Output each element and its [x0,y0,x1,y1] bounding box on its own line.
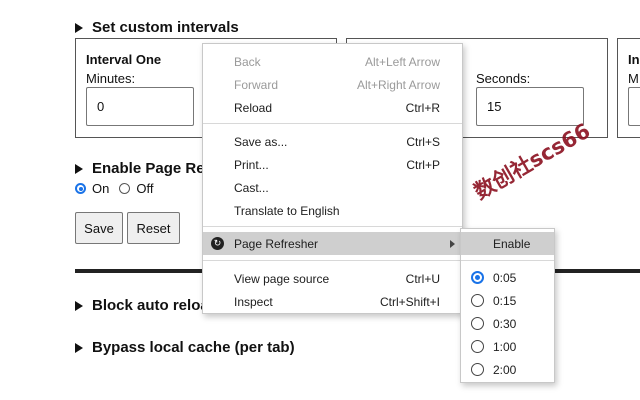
submenu-option-0-15[interactable]: 0:15 [461,289,554,312]
menu-item-shortcut: Alt+Left Arrow [364,54,440,69]
submenu-option-label: 0:30 [493,316,517,331]
interval-three-title: In [628,52,640,67]
menu-item-forward[interactable]: Forward Alt+Right Arrow [203,73,462,96]
menu-item-label: View page source [234,271,330,286]
expand-triangle-icon [75,163,83,174]
radio-icon [471,294,484,307]
menu-item-translate[interactable]: Translate to English [203,199,462,222]
menu-item-shortcut: Ctrl+R [405,100,440,115]
menu-item-shortcut: Ctrl+S [406,134,440,149]
block-auto-reload-title: Block auto reloa [92,297,209,314]
menu-item-print[interactable]: Print... Ctrl+P [203,153,462,176]
menu-item-label: Back [234,54,261,69]
menu-item-back[interactable]: Back Alt+Left Arrow [203,50,462,73]
submenu-option-0-05[interactable]: 0:05 [461,266,554,289]
bypass-cache-title: Bypass local cache (per tab) [92,339,295,356]
menu-item-cast[interactable]: Cast... [203,176,462,199]
seconds-label: Seconds: [476,71,531,86]
submenu-option-0-30[interactable]: 0:30 [461,312,554,335]
enable-page-refresh-title: Enable Page Ref [92,160,210,177]
refresh-icon: ↻ [211,237,224,250]
menu-item-label: Translate to English [234,203,340,218]
submenu-arrow-icon [450,239,455,248]
menu-item-label: Print... [234,157,269,172]
submenu-option-1-00[interactable]: 1:00 [461,335,554,358]
off-radio-label: Off [136,181,154,196]
menu-separator [203,123,462,124]
menu-separator [203,226,462,227]
expand-triangle-icon [75,342,83,353]
menu-item-shortcut: Ctrl+Shift+I [379,294,440,309]
interval-three-input[interactable] [628,87,640,126]
menu-item-shortcut: Ctrl+P [406,157,440,172]
interval-three-label: M [628,71,639,86]
menu-item-label: Save as... [234,134,288,149]
menu-item-label: Forward [234,77,279,92]
menu-separator [461,260,554,261]
menu-item-shortcut: Alt+Right Arrow [356,77,440,92]
enable-page-refresh-heading[interactable]: Enable Page Ref [75,160,210,177]
reset-button[interactable]: Reset [127,212,180,244]
menu-item-shortcut: Ctrl+U [405,271,440,286]
enable-radio-group: On Off [75,181,153,196]
menu-item-reload[interactable]: Reload Ctrl+R [203,96,462,119]
custom-intervals-heading[interactable]: Set custom intervals [75,19,239,36]
expand-triangle-icon [75,300,83,311]
radio-icon [471,363,484,376]
interval-one-title: Interval One [86,52,162,67]
submenu-option-label: 0:15 [493,293,517,308]
expand-triangle-icon [75,22,83,33]
on-radio-label: On [92,181,110,196]
context-menu: Back Alt+Left Arrow Forward Alt+Right Ar… [202,43,463,314]
submenu-option-label: 0:05 [493,270,517,285]
block-auto-reload-heading[interactable]: Block auto reloa [75,297,209,314]
custom-intervals-title: Set custom intervals [92,19,239,36]
submenu-option-2-00[interactable]: 2:00 [461,358,554,381]
menu-item-label: Inspect [234,294,273,309]
minutes-label: Minutes: [86,71,136,86]
bypass-cache-heading[interactable]: Bypass local cache (per tab) [75,339,295,356]
menu-item-save-as[interactable]: Save as... Ctrl+S [203,130,462,153]
on-radio[interactable] [75,183,86,194]
submenu-enable-label: Enable [493,236,531,251]
menu-item-label: Cast... [234,180,269,195]
submenu-item-enable[interactable]: Enable [461,232,554,255]
radio-icon [471,340,484,353]
save-button[interactable]: Save [75,212,123,244]
submenu-option-label: 1:00 [493,339,517,354]
radio-icon [471,317,484,330]
seconds-input[interactable]: 15 [476,87,584,126]
radio-selected-icon [471,271,484,284]
submenu-option-label: 2:00 [493,362,517,377]
menu-item-label: Page Refresher [234,236,319,251]
page-refresher-submenu: Enable 0:05 0:15 0:30 1:00 2:00 [460,228,555,383]
menu-item-label: Reload [234,100,273,115]
minutes-input[interactable]: 0 [86,87,194,126]
menu-separator [203,260,462,261]
off-radio[interactable] [119,183,131,194]
menu-item-page-refresher[interactable]: ↻ Page Refresher [203,232,462,255]
minutes-value: 0 [97,99,105,114]
menu-item-view-source[interactable]: View page source Ctrl+U [203,267,462,290]
seconds-value: 15 [487,99,502,114]
interval-three-box: In M [617,38,640,138]
menu-item-inspect[interactable]: Inspect Ctrl+Shift+I [203,290,462,313]
